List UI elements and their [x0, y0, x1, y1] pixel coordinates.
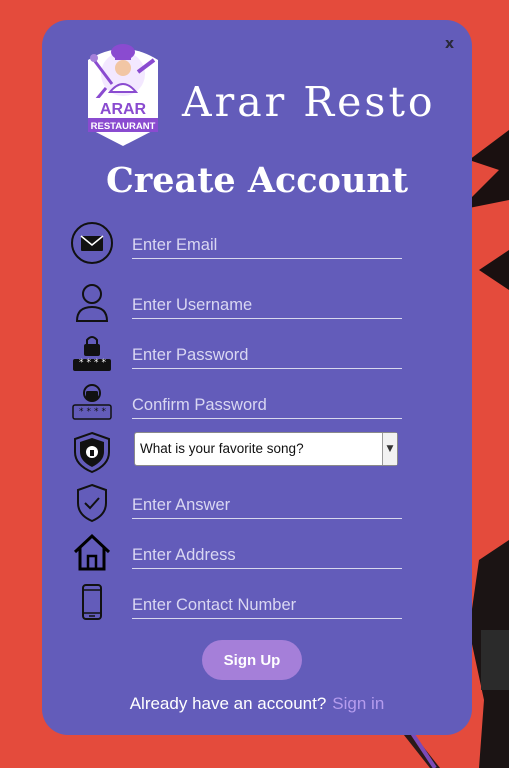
phone-icon	[70, 581, 114, 625]
user-icon	[70, 281, 114, 325]
security-question-row: What is your favorite song? ▼	[70, 430, 402, 474]
answer-field[interactable]	[132, 493, 402, 519]
confirm-password-field[interactable]	[132, 393, 402, 419]
security-question-selected: What is your favorite song?	[140, 441, 304, 456]
house-icon	[70, 531, 114, 575]
lock-icon	[70, 381, 114, 425]
check-shield-icon	[70, 481, 114, 525]
contact-row	[70, 581, 402, 625]
lock-icon	[70, 331, 114, 375]
signin-prompt-text: Already have an account?	[129, 694, 327, 713]
background-decoration-floor	[400, 730, 440, 768]
signup-card: x ARAR RESTAURANT Arar Resto Create Acco…	[42, 20, 472, 735]
chevron-down-icon[interactable]: ▼	[382, 433, 397, 465]
sign-up-button[interactable]: Sign Up	[202, 640, 302, 680]
sign-in-link[interactable]: Sign in	[332, 694, 384, 713]
address-row	[70, 531, 402, 575]
email-field[interactable]	[132, 233, 402, 259]
address-field[interactable]	[132, 543, 402, 569]
confirm-password-row: ****	[70, 381, 402, 425]
background-decoration-mid	[479, 250, 509, 290]
envelope-icon	[70, 221, 114, 265]
answer-row	[70, 481, 402, 525]
page-title: Create Account	[105, 160, 409, 201]
contact-number-field[interactable]	[132, 593, 402, 619]
close-button[interactable]: x	[445, 36, 454, 52]
username-field[interactable]	[132, 293, 402, 319]
shield-icon	[70, 430, 114, 474]
password-row: ****	[70, 331, 402, 375]
logo-line2: RESTAURANT	[91, 121, 156, 132]
password-mask: ****	[79, 358, 109, 368]
username-row	[70, 281, 402, 325]
security-question-select[interactable]: What is your favorite song? ▼	[134, 432, 398, 466]
signin-prompt: Already have an account? Sign in	[42, 694, 472, 714]
logo-line1: ARAR	[100, 101, 147, 118]
confirm-password-mask: ****	[79, 407, 109, 417]
restaurant-logo: ARAR RESTAURANT	[88, 44, 158, 146]
password-field[interactable]	[132, 343, 402, 369]
brand-name: Arar Resto	[182, 78, 436, 126]
email-row	[70, 221, 402, 265]
